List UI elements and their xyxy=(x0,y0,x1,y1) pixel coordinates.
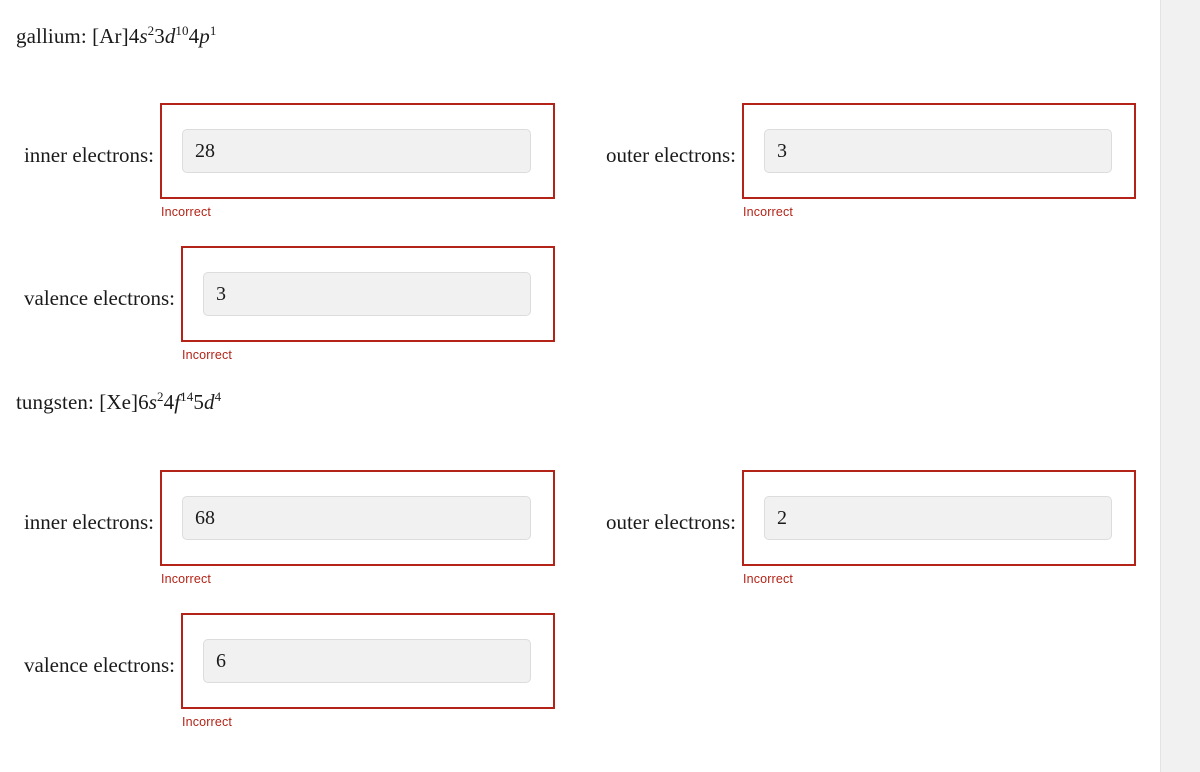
answer-block-tungsten-outer-electrons: 2 Incorrect xyxy=(742,470,1136,586)
feedback-tungsten-inner-electrons: Incorrect xyxy=(161,572,211,586)
answer-input-tungsten-outer-electrons[interactable]: 2 xyxy=(764,496,1112,540)
orbital-n-4: 6 xyxy=(138,390,149,414)
question-label-gallium-outer-electrons: outer electrons: xyxy=(605,143,736,167)
incorrect-outline-gallium-outer-electrons: 3 xyxy=(742,103,1136,199)
question-row-tungsten-inner-electrons: inner electrons: 68 Incorrect xyxy=(20,470,555,586)
orbital-n-2: 3 xyxy=(154,24,165,48)
feedback-gallium-outer-electrons: Incorrect xyxy=(743,205,793,219)
feedback-gallium-inner-electrons: Incorrect xyxy=(161,205,211,219)
element-configuration-tungsten: tungsten: [Xe]6s24f145d4 xyxy=(16,390,221,415)
noble-core-tungsten: [Xe] xyxy=(99,390,139,414)
element-name-tungsten: tungsten: xyxy=(16,390,100,414)
element-configuration-gallium: gallium: [Ar]4s23d104p1 xyxy=(16,24,216,49)
orbital-letter-3: p xyxy=(199,24,210,48)
orbital-letter-6: d xyxy=(204,390,215,414)
orbital-n-5: 4 xyxy=(163,390,175,414)
question-row-gallium-inner-electrons: inner electrons: 28 Incorrect xyxy=(20,103,555,219)
answer-input-tungsten-valence-electrons[interactable]: 6 xyxy=(203,639,531,683)
question-row-gallium-outer-electrons: outer electrons: 3 Incorrect xyxy=(600,103,1136,219)
question-label-gallium-valence-electrons: valence electrons: xyxy=(24,286,175,310)
orbital-n-3: 4 xyxy=(188,24,200,48)
page-scrollbar-gutter[interactable] xyxy=(1160,0,1200,772)
noble-core-gallium: [Ar] xyxy=(92,24,129,48)
orbital-n-6: 5 xyxy=(193,390,204,414)
orbital-letter-4: s xyxy=(148,390,158,414)
answer-input-gallium-inner-electrons[interactable]: 28 xyxy=(182,129,531,173)
orbital-n-1: 4 xyxy=(128,24,140,48)
question-label-tungsten-outer-electrons: outer electrons: xyxy=(605,510,736,534)
worksheet-page: gallium: [Ar]4s23d104p1 inner electrons:… xyxy=(0,0,1160,772)
answer-block-gallium-inner-electrons: 28 Incorrect xyxy=(160,103,555,219)
incorrect-outline-gallium-valence-electrons: 3 xyxy=(181,246,555,342)
orbital-letter-1: s xyxy=(139,24,148,48)
incorrect-outline-tungsten-valence-electrons: 6 xyxy=(181,613,555,709)
question-label-gallium-inner-electrons: inner electrons: xyxy=(23,143,154,167)
answer-block-gallium-valence-electrons: 3 Incorrect xyxy=(181,246,555,362)
orbital-letter-2: d xyxy=(164,24,176,48)
answer-input-gallium-outer-electrons[interactable]: 3 xyxy=(764,129,1112,173)
orbital-exponent-6: 4 xyxy=(214,389,222,404)
question-label-tungsten-inner-electrons: inner electrons: xyxy=(23,510,154,534)
orbital-exponent-5: 14 xyxy=(180,389,194,404)
answer-input-gallium-valence-electrons[interactable]: 3 xyxy=(203,272,531,316)
answer-input-tungsten-inner-electrons[interactable]: 68 xyxy=(182,496,531,540)
answer-block-tungsten-inner-electrons: 68 Incorrect xyxy=(160,470,555,586)
orbital-exponent-2: 10 xyxy=(175,23,189,38)
question-label-tungsten-valence-electrons: valence electrons: xyxy=(24,653,175,677)
feedback-tungsten-valence-electrons: Incorrect xyxy=(182,715,232,729)
answer-block-tungsten-valence-electrons: 6 Incorrect xyxy=(181,613,555,729)
question-row-gallium-valence-electrons: valence electrons: 3 Incorrect xyxy=(20,246,555,362)
element-name-gallium: gallium: xyxy=(16,24,93,48)
question-row-tungsten-outer-electrons: outer electrons: 2 Incorrect xyxy=(600,470,1136,586)
orbital-exponent-4: 2 xyxy=(157,389,164,404)
orbital-exponent-3: 1 xyxy=(209,23,217,38)
question-row-tungsten-valence-electrons: valence electrons: 6 Incorrect xyxy=(20,613,555,729)
feedback-tungsten-outer-electrons: Incorrect xyxy=(743,572,793,586)
incorrect-outline-gallium-inner-electrons: 28 xyxy=(160,103,555,199)
incorrect-outline-tungsten-outer-electrons: 2 xyxy=(742,470,1136,566)
answer-block-gallium-outer-electrons: 3 Incorrect xyxy=(742,103,1136,219)
incorrect-outline-tungsten-inner-electrons: 68 xyxy=(160,470,555,566)
feedback-gallium-valence-electrons: Incorrect xyxy=(182,348,232,362)
